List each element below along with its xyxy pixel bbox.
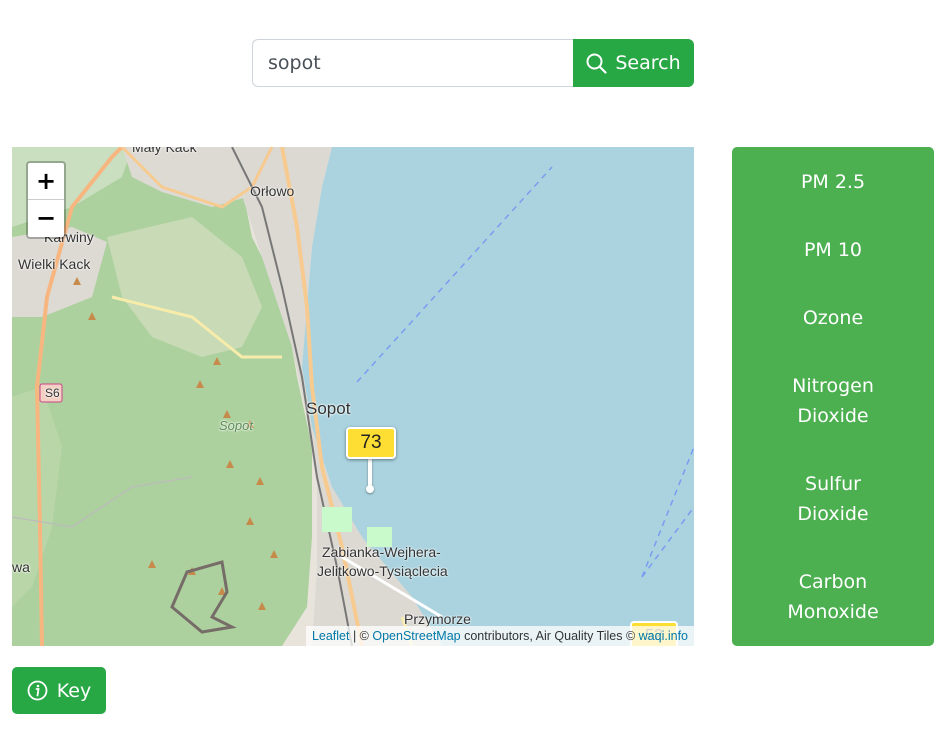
map-label-orlowo: Orłowo [250, 183, 295, 199]
map-label-sopot-city: Sopot [306, 399, 351, 418]
pollutant-pm10[interactable]: PM 10 [732, 235, 934, 265]
map-attribution: Leaflet | © OpenStreetMap contributors, … [305, 626, 694, 646]
attribution-sep: | © [349, 629, 373, 643]
map-label-s6: S6 [45, 386, 60, 400]
aqi-marker-sopot[interactable]: 73 [346, 427, 396, 459]
osm-link[interactable]: OpenStreetMap [372, 629, 460, 643]
pollutant-label-line2: Dioxide [797, 503, 869, 525]
map-label-zabianka-1: Zabianka-Wejhera- [322, 544, 441, 560]
key-button-label: Key [56, 679, 92, 702]
pollutant-label-line2: Monoxide [787, 601, 879, 623]
map-label-zabianka-2: Jelitkowo-Tysiąclecia [317, 563, 448, 579]
leaflet-link[interactable]: Leaflet [312, 629, 350, 643]
map-label-wielki-kack: Wielki Kack [18, 256, 91, 272]
map-label-sopot-forest: Sopot [219, 418, 253, 433]
pollutant-label-line1: Carbon [798, 571, 868, 593]
pollutant-panel: PM 2.5 PM 10 Ozone Nitrogen Dioxide Sulfu… [732, 147, 934, 646]
search-icon [586, 53, 607, 74]
zoom-control: + − [26, 161, 66, 239]
zoom-out-button[interactable]: − [28, 200, 64, 236]
pollutant-label: PM 10 [803, 239, 863, 261]
pollutant-label-line1: Sulfur [805, 473, 861, 495]
zoom-in-button[interactable]: + [28, 163, 64, 200]
pollutant-label: Ozone [802, 307, 864, 329]
waqi-link[interactable]: waqi.info [639, 629, 688, 643]
marker-dot [366, 485, 374, 493]
pollutant-co[interactable]: Carbon Monoxide [732, 567, 934, 627]
map-label-maly-kack: Mały Kack [132, 147, 197, 155]
search-button-label: Search [615, 52, 681, 74]
key-button[interactable]: Key [12, 667, 106, 714]
pollutant-pm25[interactable]: PM 2.5 [732, 167, 934, 197]
pollutant-label: PM 2.5 [800, 171, 866, 193]
pollutant-ozone[interactable]: Ozone [732, 303, 934, 333]
search-button[interactable]: Search [573, 39, 694, 87]
info-icon [27, 680, 48, 701]
map-label-wa: wa [12, 559, 30, 575]
air-quality-map[interactable]: Mały Kack Orłowo Karwiny Wielki Kack S6 … [12, 147, 694, 646]
pollutant-so2[interactable]: Sulfur Dioxide [732, 469, 934, 529]
attribution-text: contributors, Air Quality Tiles © [460, 629, 639, 643]
pollutant-label-line1: Nitrogen [792, 375, 874, 397]
pollutant-no2[interactable]: Nitrogen Dioxide [732, 371, 934, 431]
search-input[interactable] [252, 39, 574, 87]
map-label-przymorze: Przymorze [404, 611, 471, 627]
pollutant-label-line2: Dioxide [797, 405, 869, 427]
